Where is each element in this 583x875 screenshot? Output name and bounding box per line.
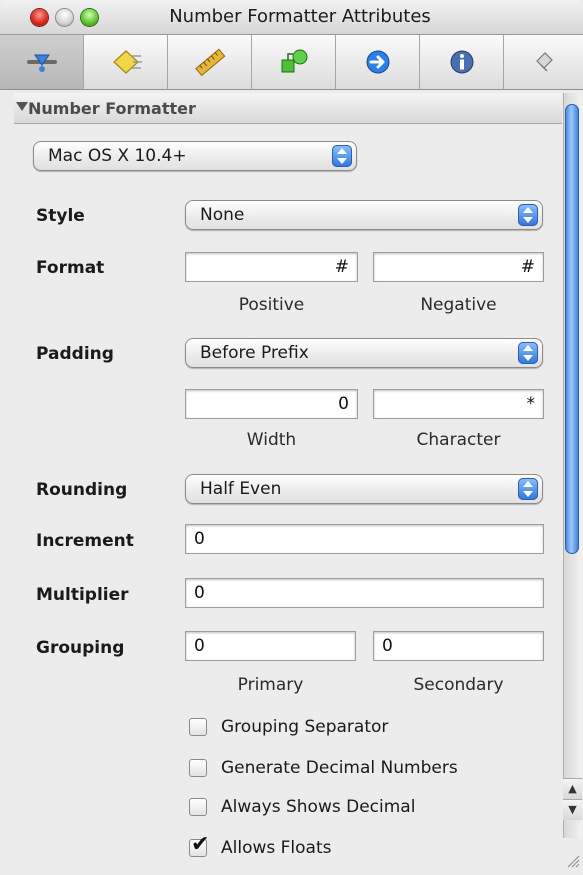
- positive-label: Positive: [238, 295, 305, 315]
- character-label: Character: [416, 430, 501, 450]
- connections-arrow-icon: [366, 50, 389, 74]
- padding-width-field[interactable]: 0: [185, 389, 358, 419]
- checkbox-label: Generate Decimal Numbers: [221, 758, 458, 778]
- format-negative-field[interactable]: #: [373, 252, 544, 282]
- checkbox-box[interactable]: ✔: [189, 834, 209, 857]
- increment-field[interactable]: 0: [185, 524, 544, 554]
- popup-arrows-icon: [332, 145, 352, 167]
- checkmark-icon: ✔: [191, 832, 210, 857]
- checkbox-label: Grouping Separator: [221, 717, 389, 737]
- tab-effects[interactable]: [84, 35, 168, 89]
- tab-identity[interactable]: [420, 35, 504, 89]
- style-value: None: [200, 205, 245, 225]
- ruler-icon: [194, 48, 225, 77]
- resize-grip-icon[interactable]: [564, 852, 580, 868]
- tab-connections[interactable]: [336, 35, 420, 89]
- behavior-value: Mac OS X 10.4+: [48, 146, 187, 166]
- checkbox-box[interactable]: [189, 718, 207, 736]
- tab-bindings[interactable]: [252, 35, 336, 89]
- format-label: Format: [36, 258, 105, 278]
- format-positive-field[interactable]: #: [185, 252, 358, 282]
- window-title: Number Formatter Attributes: [169, 6, 431, 27]
- checkbox-box[interactable]: [189, 798, 207, 816]
- popup-arrows-icon: [518, 204, 538, 226]
- tab-applescript[interactable]: [504, 35, 583, 89]
- grouping-primary-field[interactable]: 0: [185, 631, 356, 661]
- tab-attributes[interactable]: [0, 35, 84, 89]
- section-title: Number Formatter: [28, 99, 196, 118]
- allows-floats-checkbox[interactable]: ✔ Allows Floats: [189, 834, 332, 858]
- rounding-popup[interactable]: Half Even: [185, 474, 543, 504]
- bindings-icon: [281, 49, 307, 73]
- multiplier-label: Multiplier: [36, 585, 129, 605]
- popup-arrows-icon: [518, 478, 538, 500]
- checkbox-label: Allows Floats: [221, 838, 332, 858]
- checkbox-label: Always Shows Decimal: [221, 797, 416, 817]
- tab-size[interactable]: [168, 35, 252, 89]
- generate-decimal-numbers-checkbox[interactable]: Generate Decimal Numbers: [189, 758, 458, 778]
- zoom-button[interactable]: [81, 9, 98, 26]
- attributes-icon: [26, 54, 57, 72]
- behavior-popup[interactable]: Mac OS X 10.4+: [33, 141, 357, 171]
- script-icon: [535, 52, 553, 72]
- disclosure-triangle-icon[interactable]: [16, 102, 28, 111]
- padding-popup[interactable]: Before Prefix: [185, 338, 543, 368]
- grouping-label: Grouping: [36, 638, 125, 658]
- style-label: Style: [36, 206, 85, 226]
- padding-character-field[interactable]: *: [373, 389, 544, 419]
- always-shows-decimal-checkbox[interactable]: Always Shows Decimal: [189, 797, 415, 817]
- grouping-secondary-field[interactable]: 0: [373, 631, 544, 661]
- effects-icon: [112, 50, 142, 74]
- grouping-separator-checkbox[interactable]: Grouping Separator: [189, 717, 388, 737]
- minimize-button[interactable]: [56, 9, 73, 26]
- inspector-toolbar: [0, 35, 583, 90]
- popup-arrows-icon: [518, 342, 538, 364]
- padding-value: Before Prefix: [200, 343, 309, 363]
- increment-label: Increment: [36, 531, 134, 551]
- negative-label: Negative: [420, 295, 497, 315]
- scroll-thumb[interactable]: [565, 104, 579, 554]
- info-icon: [450, 50, 473, 74]
- scroll-down-button[interactable]: ▼: [563, 799, 582, 820]
- primary-label: Primary: [237, 675, 304, 695]
- padding-label: Padding: [36, 344, 114, 364]
- rounding-label: Rounding: [36, 480, 128, 500]
- multiplier-field[interactable]: 0: [185, 578, 544, 608]
- close-button[interactable]: [31, 9, 48, 26]
- rounding-value: Half Even: [200, 479, 282, 499]
- width-label: Width: [246, 430, 297, 450]
- secondary-label: Secondary: [413, 675, 504, 695]
- style-popup[interactable]: None: [185, 200, 543, 230]
- scroll-up-button[interactable]: ▲: [563, 778, 582, 799]
- checkbox-box[interactable]: [189, 759, 207, 777]
